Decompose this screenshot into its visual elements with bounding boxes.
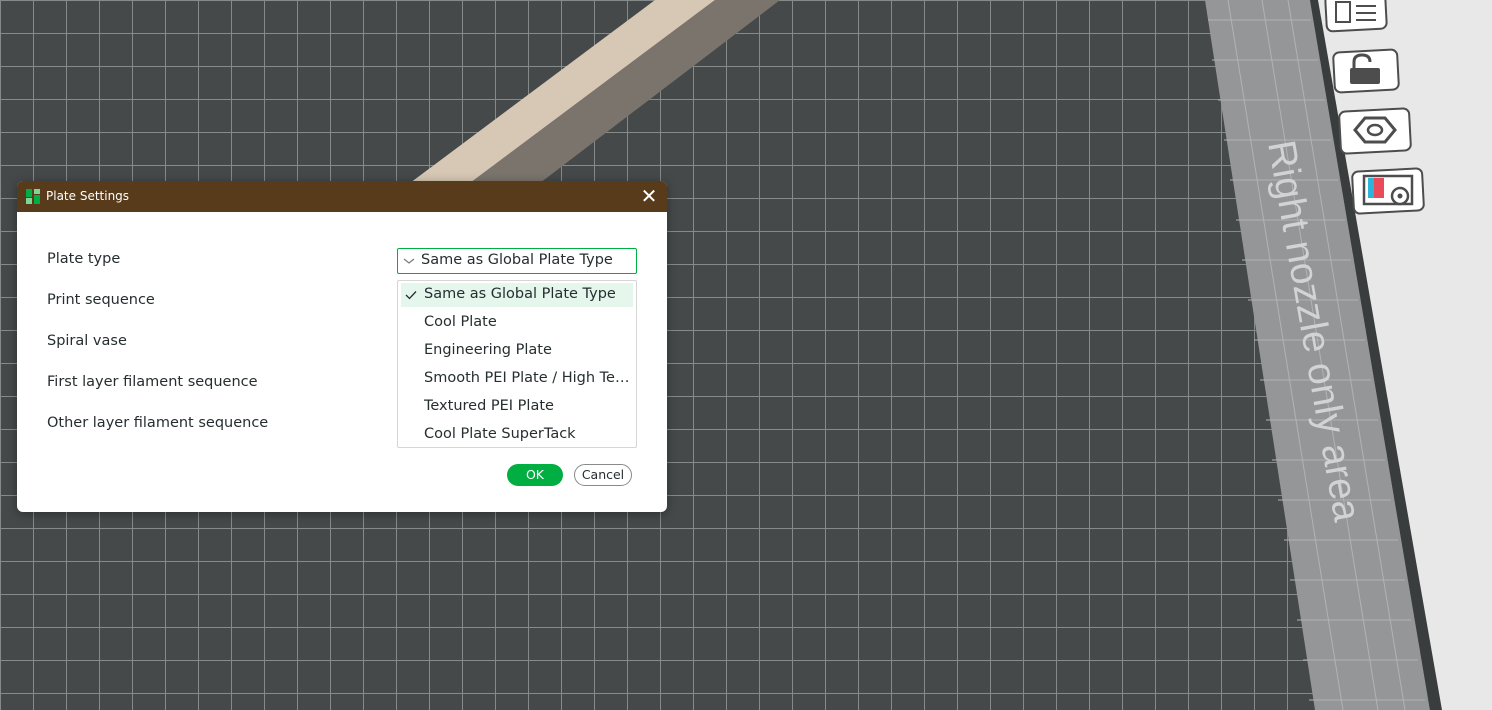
plate-type-option[interactable]: Cool Plate SuperTack [401,423,633,447]
dialog-titlebar: Plate Settings ✕ [17,181,667,212]
plate-layout-icon[interactable] [1324,0,1388,33]
first-layer-filament-sequence-label: First layer filament sequence [47,374,258,390]
plate-type-value: Same as Global Plate Type [421,252,613,268]
dialog-title: Plate Settings [46,189,130,203]
app-logo-icon [26,189,40,204]
ok-button[interactable]: OK [507,464,563,486]
close-icon: ✕ [640,184,658,208]
plate-type-select[interactable]: Same as Global Plate Type [397,248,637,274]
chevron-down-icon [403,258,415,264]
print-sequence-label: Print sequence [47,292,155,308]
option-label: Cool Plate SuperTack [424,426,576,442]
plate-type-option[interactable]: Same as Global Plate Type [401,283,633,307]
spiral-vase-label: Spiral vase [47,333,127,349]
lock-icon[interactable] [1332,48,1400,94]
plate-settings-icon[interactable] [1351,167,1425,215]
plate-type-option[interactable]: Engineering Plate [401,339,633,363]
option-label: Engineering Plate [424,342,552,358]
option-label: Textured PEI Plate [424,398,554,414]
close-button[interactable]: ✕ [637,185,661,209]
other-layer-filament-sequence-label: Other layer filament sequence [47,415,269,431]
option-label: Cool Plate [424,314,497,330]
cancel-button[interactable]: Cancel [574,464,632,486]
option-label: Same as Global Plate Type [424,286,616,302]
plate-type-option[interactable]: Textured PEI Plate [401,395,633,419]
checkmark-icon [405,291,417,300]
plate-type-label: Plate type [47,251,121,267]
plate-settings-dialog: Plate Settings ✕ Plate type Print sequen… [17,181,667,512]
plate-type-option[interactable]: Smooth PEI Plate / High Temp Plate [401,367,634,391]
plate-type-dropdown: Same as Global Plate Type Cool Plate Eng… [397,280,637,448]
option-label: Smooth PEI Plate / High Temp Plate [424,370,634,386]
plate-type-option[interactable]: Cool Plate [401,311,633,335]
hex-nut-icon[interactable] [1338,107,1412,155]
